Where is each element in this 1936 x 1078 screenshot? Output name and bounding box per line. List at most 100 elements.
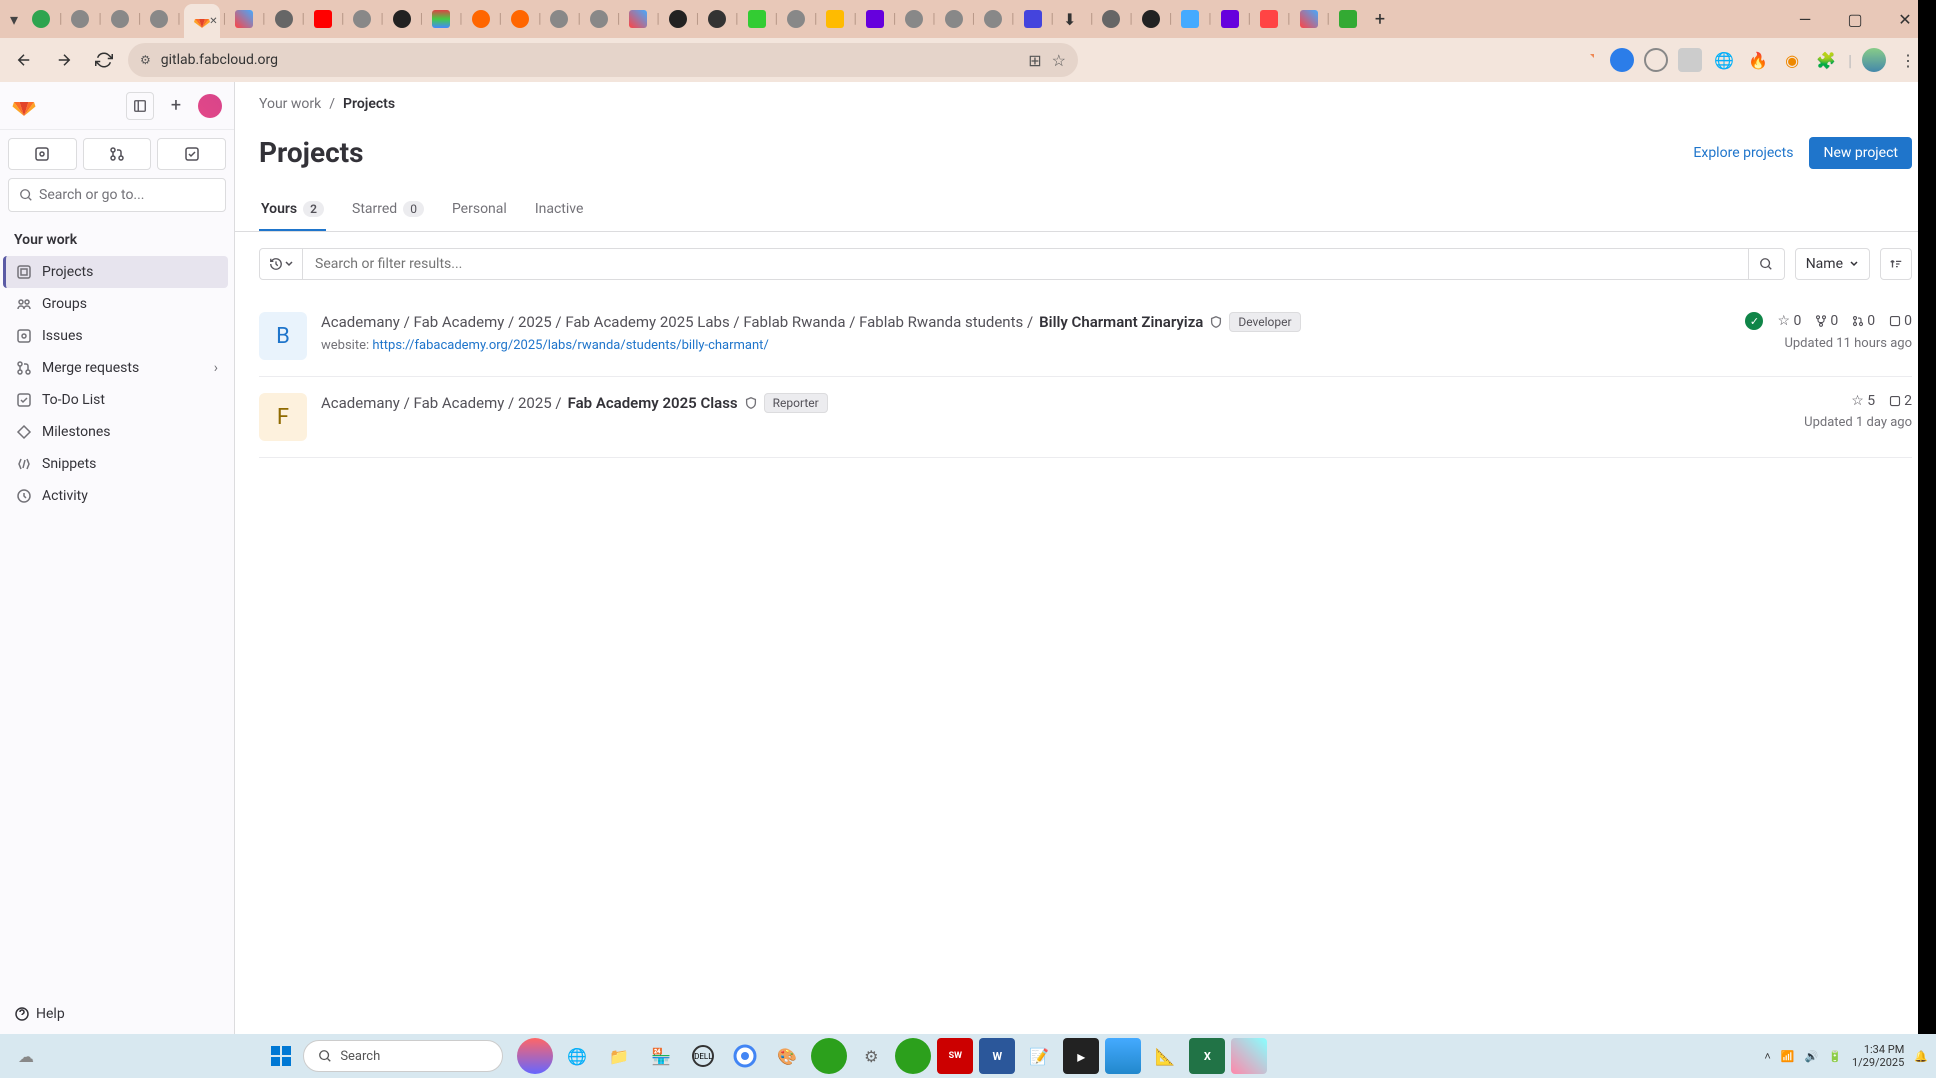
taskbar-app[interactable]: 🌐: [559, 1038, 595, 1074]
extensions-button[interactable]: 🧩: [1814, 48, 1838, 72]
browser-tab[interactable]: [1018, 4, 1048, 34]
start-button[interactable]: [263, 1038, 299, 1074]
taskbar-app[interactable]: DELL: [685, 1038, 721, 1074]
sort-direction-button[interactable]: [1880, 248, 1912, 280]
taskbar-app[interactable]: 📁: [601, 1038, 637, 1074]
sidebar-search[interactable]: Search or go to...: [8, 178, 226, 212]
browser-tab-active[interactable]: ✕: [184, 4, 220, 38]
explore-projects-link[interactable]: Explore projects: [1693, 145, 1793, 161]
minimize-button[interactable]: —: [1790, 4, 1820, 34]
url-box[interactable]: ⚙ gitlab.fabcloud.org ⊞ ☆: [128, 43, 1078, 77]
create-new-button[interactable]: +: [162, 92, 190, 120]
battery-icon[interactable]: 🔋: [1828, 1050, 1842, 1063]
maximize-button[interactable]: ▢: [1840, 4, 1870, 34]
taskbar-app[interactable]: [727, 1038, 763, 1074]
browser-tab[interactable]: [939, 4, 969, 34]
sidebar-item-snippets[interactable]: Snippets: [6, 448, 228, 480]
extension-icon[interactable]: [1576, 48, 1600, 72]
browser-tab[interactable]: [544, 4, 574, 34]
taskbar-app[interactable]: [517, 1038, 553, 1074]
browser-tab[interactable]: [663, 4, 693, 34]
pipeline-success-icon[interactable]: ✓: [1745, 312, 1763, 330]
help-link[interactable]: Help: [0, 994, 234, 1034]
notifications-icon[interactable]: 🔔: [1914, 1050, 1928, 1063]
recent-searches-button[interactable]: [259, 248, 303, 280]
browser-tab[interactable]: [742, 4, 772, 34]
issues-stat[interactable]: 2: [1889, 393, 1912, 409]
taskbar-app[interactable]: ▸: [1063, 1038, 1099, 1074]
taskbar-app[interactable]: SW: [937, 1038, 973, 1074]
extension-icon[interactable]: 🌐: [1712, 48, 1736, 72]
sidebar-item-projects[interactable]: Projects: [3, 256, 228, 288]
new-tab-button[interactable]: +: [1365, 4, 1395, 34]
breadcrumb-root[interactable]: Your work: [259, 96, 321, 112]
taskbar-app[interactable]: 🎨: [769, 1038, 805, 1074]
browser-tab[interactable]: [269, 4, 299, 34]
browser-tab[interactable]: [229, 4, 259, 34]
taskbar-app[interactable]: 📝: [1021, 1038, 1057, 1074]
browser-tab[interactable]: [26, 4, 56, 34]
volume-icon[interactable]: 🔊: [1805, 1050, 1819, 1063]
taskbar-app[interactable]: 🏪: [643, 1038, 679, 1074]
sidebar-item-groups[interactable]: Groups: [6, 288, 228, 320]
browser-tab[interactable]: [505, 4, 535, 34]
taskbar-search[interactable]: Search: [303, 1040, 503, 1072]
forward-button[interactable]: [48, 44, 80, 76]
sidebar-collapse-button[interactable]: [126, 92, 154, 120]
browser-tab[interactable]: [65, 4, 95, 34]
install-app-icon[interactable]: ⊞: [1028, 51, 1041, 70]
new-project-button[interactable]: New project: [1809, 137, 1912, 169]
tab-inactive[interactable]: Inactive: [533, 189, 586, 231]
sort-dropdown[interactable]: Name: [1795, 248, 1870, 280]
stars-stat[interactable]: ☆ 5: [1851, 393, 1875, 409]
sidebar-item-milestones[interactable]: Milestones: [6, 416, 228, 448]
todos-shortcut[interactable]: [157, 138, 226, 170]
filter-input[interactable]: [303, 248, 1749, 280]
taskbar-app[interactable]: [1105, 1038, 1141, 1074]
weather-widget[interactable]: ☁: [8, 1038, 44, 1074]
wifi-icon[interactable]: 📶: [1781, 1050, 1795, 1063]
forks-stat[interactable]: 0: [1815, 313, 1838, 329]
stars-stat[interactable]: ☆ 0: [1777, 313, 1801, 329]
browser-tab[interactable]: [308, 4, 338, 34]
tab-personal[interactable]: Personal: [450, 189, 509, 231]
browser-tab[interactable]: [702, 4, 732, 34]
back-button[interactable]: [8, 44, 40, 76]
taskbar-app[interactable]: 📐: [1147, 1038, 1183, 1074]
browser-tab[interactable]: [1136, 4, 1166, 34]
user-avatar[interactable]: [198, 94, 222, 118]
browser-tab[interactable]: [1175, 4, 1205, 34]
browser-tab[interactable]: [860, 4, 890, 34]
project-avatar[interactable]: F: [259, 393, 307, 441]
menu-button[interactable]: ⋮: [1896, 48, 1920, 72]
extension-icon[interactable]: [1678, 48, 1702, 72]
profile-avatar[interactable]: [1862, 48, 1886, 72]
browser-tab[interactable]: [899, 4, 929, 34]
browser-tab[interactable]: [105, 4, 135, 34]
browser-tab[interactable]: [426, 4, 456, 34]
project-path[interactable]: Academany / Fab Academy / 2025 / Fab Aca…: [321, 393, 1790, 413]
reload-button[interactable]: [88, 44, 120, 76]
browser-tab[interactable]: [144, 4, 174, 34]
browser-tab[interactable]: [623, 4, 653, 34]
clock[interactable]: 1:34 PM 1/29/2025: [1852, 1043, 1904, 1069]
browser-tab[interactable]: [584, 4, 614, 34]
tab-starred[interactable]: Starred0: [350, 189, 426, 231]
tray-chevron-icon[interactable]: ˄: [1764, 1050, 1770, 1063]
project-avatar[interactable]: B: [259, 312, 307, 360]
browser-tab[interactable]: ⬇: [1057, 4, 1087, 34]
browser-tab[interactable]: [466, 4, 496, 34]
bookmark-icon[interactable]: ☆: [1052, 51, 1066, 70]
merge-requests-shortcut[interactable]: [83, 138, 152, 170]
extension-icon[interactable]: [1610, 48, 1634, 72]
browser-tab[interactable]: [1096, 4, 1126, 34]
extension-icon[interactable]: ◉: [1780, 48, 1804, 72]
close-icon[interactable]: ✕: [209, 16, 217, 27]
browser-tab[interactable]: [347, 4, 377, 34]
browser-tab[interactable]: [1333, 4, 1363, 34]
site-info-icon[interactable]: ⚙: [140, 53, 151, 67]
taskbar-app[interactable]: [811, 1038, 847, 1074]
website-link[interactable]: https://fabacademy.org/2025/labs/rwanda/…: [372, 338, 768, 353]
tab-yours[interactable]: Yours2: [259, 189, 326, 231]
issues-stat[interactable]: 0: [1889, 313, 1912, 329]
